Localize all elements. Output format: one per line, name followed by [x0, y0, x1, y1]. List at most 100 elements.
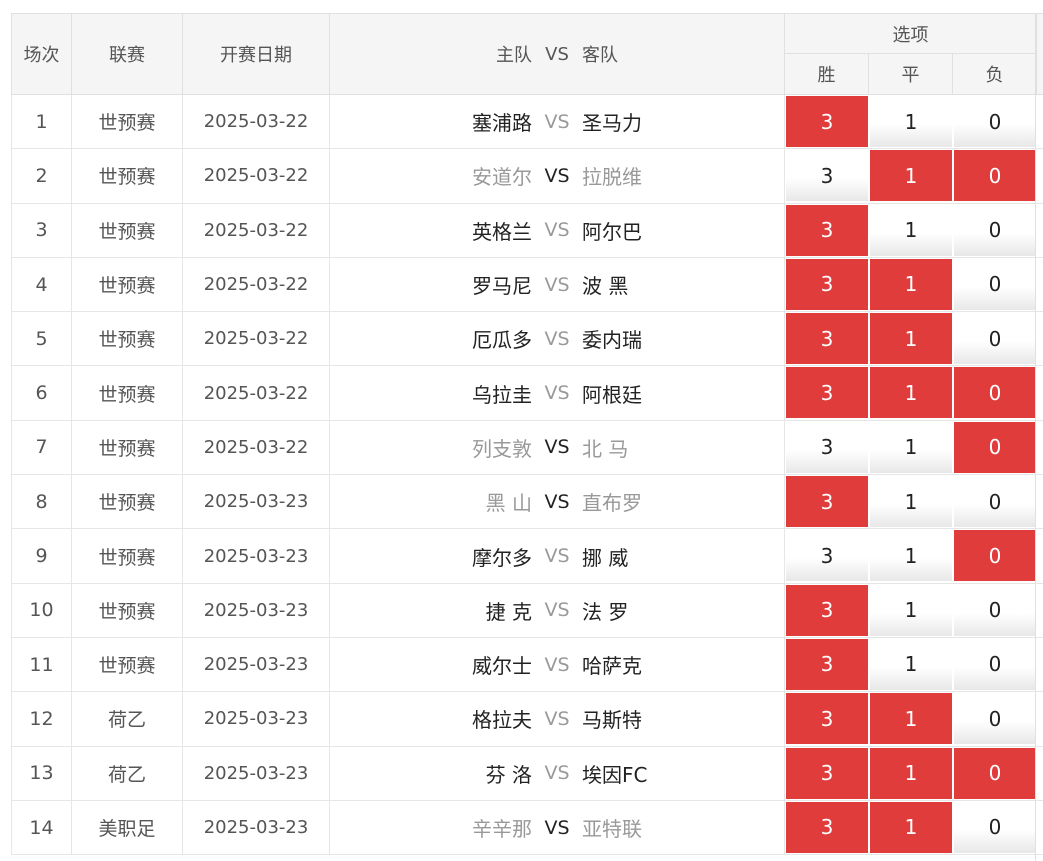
table-row: 11 世预赛 2025-03-23 威尔士 VS 哈萨克 3 1 0	[11, 637, 1043, 693]
table-row: 12 荷乙 2025-03-23 格拉夫 VS 马斯特 3 1 0	[11, 692, 1043, 747]
header-option-lose: 负	[953, 54, 1037, 94]
table-row: 10 世预赛 2025-03-23 捷 克 VS 法 罗310	[11, 583, 1043, 638]
option-win-button[interactable]: 3	[786, 204, 868, 256]
vs-label: VS	[544, 327, 570, 350]
round-cell: 3	[11, 203, 72, 257]
date-cell: 2025-03-23	[183, 583, 330, 637]
header-option-win: 胜	[785, 54, 869, 94]
match-cell: 安道尔 VS 拉脱维	[330, 149, 785, 203]
option-draw-button[interactable]: 1	[870, 313, 952, 365]
header-away: 客队	[582, 45, 618, 66]
header-league: 联赛	[72, 14, 183, 94]
match-cell: 乌拉圭 VS 阿根廷	[330, 366, 785, 420]
option-lose-button[interactable]: 0	[954, 421, 1036, 473]
vs-label: VS	[544, 653, 570, 676]
league-cell: 荷乙	[72, 746, 183, 800]
option-win-button[interactable]: 3	[786, 96, 868, 147]
option-lose-button[interactable]: 0	[954, 476, 1036, 528]
option-draw-button[interactable]: 1	[870, 476, 952, 528]
away-team: 拉脱维	[582, 165, 642, 190]
option-win-button[interactable]: 3	[786, 150, 868, 202]
option-win-button[interactable]: 3	[786, 638, 868, 690]
league-cell: 世预赛	[72, 529, 183, 583]
option-lose-button[interactable]: 0	[954, 150, 1036, 202]
option-draw-button[interactable]: 1	[870, 747, 952, 799]
option-draw-button[interactable]: 1	[870, 96, 952, 147]
option-win-button[interactable]: 3	[786, 693, 868, 745]
option-lose-button[interactable]: 0	[954, 204, 1036, 256]
option-win-button[interactable]: 3	[786, 747, 868, 799]
vs-label: VS	[544, 273, 570, 296]
match-cell: 摩尔多 VS 挪 威	[330, 529, 785, 583]
away-team: 圣马力	[582, 111, 642, 136]
header-option-draw: 平	[869, 54, 953, 94]
round-cell: 8	[11, 475, 72, 529]
option-draw-button[interactable]: 1	[870, 801, 952, 853]
league-cell: 世预赛	[72, 583, 183, 637]
option-win-button[interactable]: 3	[786, 421, 868, 473]
away-team: 埃因FC	[582, 762, 648, 787]
home-team: 辛辛那	[472, 817, 532, 841]
vs-label: VS	[544, 164, 570, 187]
header-home: 主队	[496, 45, 532, 66]
league-cell: 世预赛	[72, 475, 183, 529]
option-draw-button[interactable]: 1	[870, 150, 952, 202]
option-lose-button[interactable]: 0	[954, 313, 1036, 365]
option-draw-button[interactable]: 1	[870, 638, 952, 690]
date-cell: 2025-03-23	[183, 529, 330, 583]
option-lose-button[interactable]: 0	[954, 367, 1036, 419]
home-team: 威尔士	[472, 654, 532, 679]
option-draw-button[interactable]: 1	[870, 367, 952, 419]
league-cell: 荷乙	[72, 692, 183, 746]
option-lose-button[interactable]: 0	[954, 96, 1036, 147]
option-win-button[interactable]: 3	[786, 313, 868, 365]
date-cell: 2025-03-22	[183, 257, 330, 312]
away-team: 委内瑞	[582, 328, 642, 353]
match-cell: 辛辛那 VS 亚特联	[330, 800, 785, 855]
home-team: 黑 山	[485, 491, 532, 516]
away-team: 波 黑	[582, 274, 629, 299]
home-team: 安道尔	[472, 165, 532, 190]
away-team: 挪 威	[582, 545, 629, 570]
table-header: 场次 联赛 开赛日期 主队 VS 客队 选项 胜 平 负	[11, 13, 1043, 95]
match-cell: 捷 克 VS 法 罗	[330, 583, 785, 637]
date-cell: 2025-03-23	[183, 746, 330, 800]
option-win-button[interactable]: 3	[786, 584, 868, 636]
table-row: 2 世预赛 2025-03-22 安道尔 VS 拉脱维 3 1 0	[11, 149, 1043, 204]
option-draw-button[interactable]: 1	[870, 421, 952, 473]
option-lose-button[interactable]: 0	[954, 584, 1036, 636]
table-row: 7 世预赛 2025-03-22 列支敦 VS 北 马 310	[11, 420, 1043, 476]
option-lose-button[interactable]: 0	[954, 258, 1036, 310]
league-cell: 世预赛	[72, 149, 183, 203]
option-lose-button[interactable]: 0	[954, 638, 1036, 690]
league-cell: 世预赛	[72, 203, 183, 257]
option-win-button[interactable]: 3	[786, 801, 868, 853]
option-draw-button[interactable]: 1	[870, 258, 952, 310]
option-draw-button[interactable]: 1	[870, 584, 952, 636]
vs-label: VS	[544, 599, 570, 622]
vs-label: VS	[544, 490, 570, 513]
table-row: 5 世预赛 2025-03-22 厄瓜多 VS 委内瑞 3 1 0	[11, 312, 1043, 367]
home-team: 罗马尼	[472, 274, 532, 299]
match-cell: 威尔士 VS 哈萨克	[330, 637, 785, 692]
match-cell: 英格兰 VS 阿尔巴	[330, 203, 785, 257]
round-cell: 14	[11, 800, 72, 855]
option-lose-button[interactable]: 0	[954, 801, 1036, 853]
home-team: 乌拉圭	[472, 382, 532, 407]
option-win-button[interactable]: 3	[786, 258, 868, 310]
option-lose-button[interactable]: 0	[954, 747, 1036, 799]
option-lose-button[interactable]: 0	[954, 693, 1036, 745]
option-win-button[interactable]: 3	[786, 530, 868, 582]
date-cell: 2025-03-22	[183, 149, 330, 203]
option-draw-button[interactable]: 1	[870, 693, 952, 745]
league-cell: 美职足	[72, 800, 183, 855]
option-win-button[interactable]: 3	[786, 367, 868, 419]
vs-label: VS	[544, 816, 570, 839]
home-team: 摩尔多	[472, 545, 532, 570]
table-right-border	[1035, 13, 1036, 861]
option-draw-button[interactable]: 1	[870, 204, 952, 256]
option-lose-button[interactable]: 0	[954, 530, 1036, 582]
option-draw-button[interactable]: 1	[870, 530, 952, 582]
option-win-button[interactable]: 3	[786, 476, 868, 528]
round-cell: 5	[11, 312, 72, 366]
